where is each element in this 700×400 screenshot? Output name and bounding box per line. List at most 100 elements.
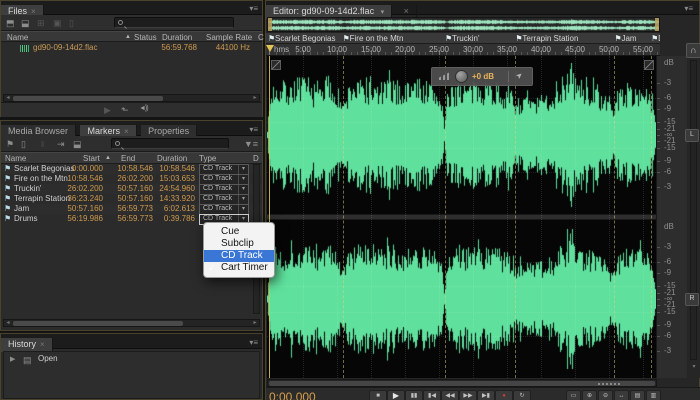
delete-marker-icon[interactable]: ▯	[21, 138, 26, 150]
zoom-out-amplitude[interactable]: ↔	[614, 390, 629, 400]
rewind-button[interactable]: ◀◀	[441, 390, 459, 400]
panel-menu-icon[interactable]: ▾≡	[249, 4, 258, 13]
ruler-tick	[384, 52, 386, 55]
overview-range-bar[interactable]	[267, 17, 660, 32]
grid-line	[337, 56, 338, 378]
files-hscrollbar[interactable]: ◂ ▸	[3, 94, 260, 102]
markers-search-input[interactable]	[111, 138, 229, 149]
zoom-out-time[interactable]: ⊕	[582, 390, 597, 400]
delete-icon: ▯	[69, 18, 74, 28]
skip-back-button[interactable]: ▮◀	[423, 390, 441, 400]
filter-icon[interactable]: ▼≡	[244, 138, 258, 150]
range-handle-right[interactable]	[655, 18, 659, 31]
zoom-selection[interactable]: ▤	[630, 390, 645, 400]
close-icon[interactable]: ×	[124, 127, 129, 136]
marker-type-value: CD Track	[203, 195, 233, 202]
chevron-down-icon[interactable]: ▾	[238, 175, 248, 184]
insert-markers-icon[interactable]: ⇥	[57, 138, 65, 150]
files-table-header[interactable]: Name ▲ Status Duration Sample Rate C	[1, 31, 264, 42]
ruler-tick	[445, 52, 447, 55]
close-icon[interactable]: ×	[40, 340, 45, 349]
db-label: -6	[664, 330, 672, 340]
open-in-editor-icon[interactable]: ⬑	[121, 104, 129, 116]
pause-button[interactable]: ▮▮	[405, 390, 423, 400]
fast-forward-button[interactable]: ▶▶	[459, 390, 477, 400]
new-file-icon[interactable]: ⊞	[37, 17, 45, 29]
play-button[interactable]: ▶	[387, 390, 405, 400]
loop-button[interactable]: ↻	[513, 390, 531, 400]
record-button[interactable]: ●	[495, 390, 513, 400]
chevron-down-icon[interactable]: ▾	[238, 205, 248, 214]
stop-button[interactable]: ■	[369, 390, 387, 400]
db-tick	[657, 98, 660, 100]
db-tick	[657, 305, 660, 307]
chevron-down-icon[interactable]: ▾	[238, 165, 248, 174]
zoom-in-time[interactable]: ▭	[566, 390, 581, 400]
skip-forward-button[interactable]: ▶▮	[477, 390, 495, 400]
current-time-display[interactable]: 0:00.000	[269, 390, 316, 400]
hud-gain-control[interactable]: +0 dB ➤	[431, 67, 533, 86]
history-item[interactable]: ▶ ▤ Open	[4, 354, 259, 365]
amplitude-ruler[interactable]: dB -3 -6 -9 -15 -21 -∞ -21 -15 -9 -6 -3 dB -3 -6 -9 -15-…	[656, 56, 687, 378]
panel-menu-icon[interactable]: ▾≡	[249, 125, 258, 134]
corner-widget-icon[interactable]	[271, 60, 281, 70]
snap-magnet-button[interactable]: ∩	[686, 43, 700, 58]
markers-hscrollbar[interactable]: ◂ ▸	[3, 319, 260, 327]
chevron-down-icon[interactable]: ▾	[238, 185, 248, 194]
channel-left-button[interactable]: L	[685, 129, 699, 142]
corner-widget-icon[interactable]	[644, 60, 654, 70]
timeline-ruler[interactable]: hms 5:00 10:00 15:00 20:00 25:00 30:00 35:00 40…	[266, 44, 660, 56]
chevron-down-icon[interactable]: ▾	[238, 195, 248, 204]
open-file-icon[interactable]: ⬒	[6, 17, 15, 29]
ruler-tick	[656, 52, 658, 55]
right-gutter: ▾	[687, 56, 700, 378]
playhead-head-icon[interactable]	[266, 45, 274, 52]
zoom-full[interactable]: ▥	[646, 390, 661, 400]
panel-menu-icon[interactable]: ▾≡	[249, 338, 258, 347]
db-tick	[657, 109, 660, 111]
menu-item-cd-track[interactable]: CD Track ✓	[204, 250, 274, 273]
marker-flag-icon: ⚑	[4, 204, 12, 213]
import-file-icon[interactable]: ⬓	[21, 17, 30, 29]
zoom-in-amplitude[interactable]: ⊖	[598, 390, 613, 400]
menu-item-cart-timer[interactable]: Cart Timer	[204, 262, 274, 274]
scroll-down-icon[interactable]: ▾	[690, 364, 698, 371]
db-tick	[657, 262, 660, 264]
channel-right-button[interactable]: R	[685, 293, 699, 306]
range-handle-left[interactable]	[268, 18, 272, 31]
gain-knob[interactable]	[455, 70, 468, 83]
marker-type-value: CD Track	[203, 185, 233, 192]
marker-table-row[interactable]: ⚑ Jam 50:57.160 56:59.773 6:02.613 CD Track ▾	[1, 204, 262, 215]
files-search-input[interactable]	[114, 17, 234, 28]
add-marker-icon[interactable]: ⚑	[6, 138, 14, 150]
pin-hud-icon[interactable]: ➤	[514, 70, 525, 81]
editor-hscrollbar[interactable]	[267, 379, 657, 387]
waveform-vscrollbar[interactable]	[690, 60, 697, 360]
markers-table-header[interactable]: Name Start ▲ End Duration Type D	[1, 152, 262, 164]
export-markers-icon[interactable]: ⬓	[73, 138, 82, 150]
marker-table-row[interactable]: ⚑ Terrapin Station 36:23.240 50:57.160 14:33…	[1, 194, 262, 205]
marker-table-row[interactable]: ⚑ Scarlet Begonias 0:00.000 10:58.546 10:58.…	[1, 164, 262, 175]
playhead-line[interactable]	[269, 56, 270, 378]
db-tick	[657, 273, 660, 275]
auto-play-icon[interactable]: ◄))	[139, 105, 149, 112]
marker-end: 50:57.160	[117, 194, 153, 203]
play-icon[interactable]: ▶	[104, 104, 111, 116]
chevron-down-icon[interactable]: ▾	[381, 9, 385, 16]
panel-menu-icon[interactable]: ▾≡	[684, 4, 693, 13]
file-row[interactable]: gd90-09-14d2.flac 56:59.768 44100 Hz	[1, 43, 262, 53]
menu-item-cue[interactable]: Cue	[204, 226, 274, 238]
marker-table-row[interactable]: ⚑ Truckin' 26:02.200 50:57.160 24:54.960 CD T…	[1, 184, 262, 195]
marker-end: 56:59.773	[117, 214, 153, 223]
tab-history[interactable]: History ×	[1, 338, 53, 352]
marker-bar[interactable]: ⚑ Scarlet Begonias ⚑ Fire on the Mtn ⚑ Trucki…	[266, 32, 660, 44]
gain-value[interactable]: +0 dB	[472, 72, 494, 81]
db-tick	[657, 286, 660, 288]
menu-item-subclip[interactable]: Subclip	[204, 238, 274, 250]
db-label: -3	[664, 78, 672, 88]
marker-table-row[interactable]: ⚑ Fire on the Mtn 10:58.546 26:02.200 15:03.…	[1, 174, 262, 185]
db-label: -3	[664, 242, 672, 252]
grid-line	[541, 56, 542, 378]
waveform-display[interactable]: +0 dB ➤	[267, 56, 656, 378]
db-label: -9	[664, 319, 672, 329]
